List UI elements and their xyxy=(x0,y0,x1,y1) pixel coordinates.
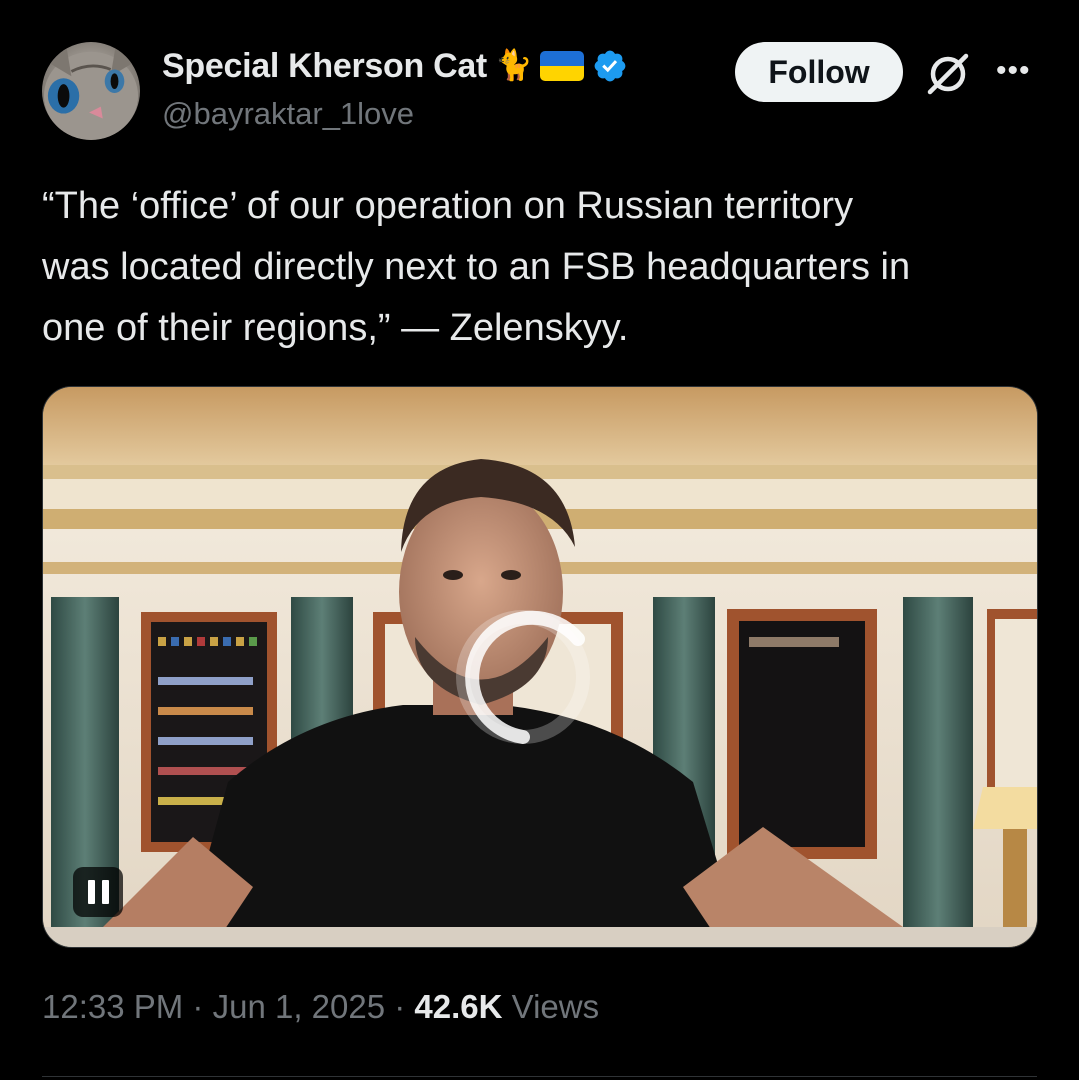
tweet-text: “The ‘office’ of our operation on Russia… xyxy=(42,185,911,349)
views-count: 42.6K xyxy=(414,988,503,1025)
author-avatar[interactable] xyxy=(42,42,140,140)
meta-separator: · xyxy=(192,988,204,1025)
follow-button[interactable]: Follow xyxy=(735,42,903,102)
divider xyxy=(42,1076,1037,1077)
author-name-row: Special Kherson Cat 🐈 xyxy=(162,44,628,88)
author-handle[interactable]: @bayraktar_1love xyxy=(162,96,414,132)
tweet-time[interactable]: 12:33 PM xyxy=(42,988,183,1025)
grok-icon[interactable] xyxy=(922,48,974,100)
meta-separator-2: · xyxy=(394,988,406,1025)
cat-emoji-icon: 🐈 xyxy=(494,49,533,82)
ukraine-flag-icon xyxy=(540,51,585,81)
views-label: Views xyxy=(511,988,600,1025)
video-player[interactable] xyxy=(42,386,1038,948)
cat-avatar-icon xyxy=(43,46,139,140)
video-frame xyxy=(43,387,1037,947)
verified-badge-icon[interactable] xyxy=(592,48,628,84)
author-display-name[interactable]: Special Kherson Cat xyxy=(162,47,487,86)
pause-icon[interactable] xyxy=(73,867,123,917)
tweet-meta: 12:33 PM · Jun 1, 2025 · 42.6K Views xyxy=(42,988,599,1026)
more-options-icon[interactable]: ••• xyxy=(996,56,1036,86)
tweet-date[interactable]: Jun 1, 2025 xyxy=(213,988,385,1025)
